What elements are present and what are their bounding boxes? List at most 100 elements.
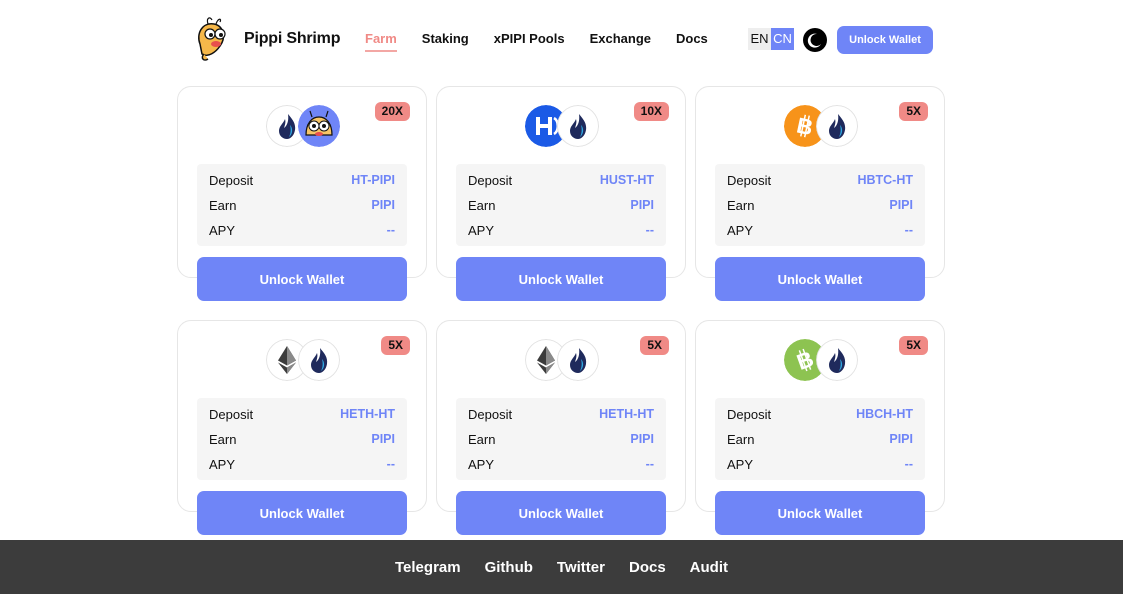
token-pair-icons: B (784, 339, 858, 381)
earn-label: Earn (468, 431, 496, 447)
apy-label: APY (209, 456, 236, 472)
lang-en-button[interactable]: EN (748, 28, 771, 50)
deposit-row: Deposit HETH-HT (468, 405, 654, 423)
huobi-token-icon (816, 105, 858, 147)
apy-value: -- (645, 223, 654, 237)
deposit-label: Deposit (468, 406, 513, 422)
unlock-wallet-button[interactable]: Unlock Wallet (715, 491, 925, 535)
deposit-label: Deposit (209, 172, 254, 188)
unlock-wallet-button[interactable]: Unlock Wallet (715, 257, 925, 301)
earn-row: Earn PIPI (209, 430, 395, 448)
deposit-row: Deposit HT-PIPI (209, 171, 395, 189)
deposit-value: HBCH-HT (856, 407, 913, 421)
main-nav: Farm Staking xPIPI Pools Exchange Docs (365, 31, 733, 52)
earn-row: Earn PIPI (468, 196, 654, 214)
footer-github-link[interactable]: Github (485, 559, 533, 576)
nav-xpipi-pools[interactable]: xPIPI Pools (494, 31, 565, 52)
deposit-value: HBTC-HT (857, 173, 913, 187)
token-pair-icons (525, 105, 599, 147)
logo[interactable]: Pippi Shrimp (190, 14, 340, 64)
multiplier-badge: 5X (899, 102, 928, 121)
earn-row: Earn PIPI (727, 196, 913, 214)
farm-card: 5X B Deposit HBCH-HT Earn PIPI APY -- Unlock W… (695, 320, 945, 535)
farm-info-panel: Deposit HETH-HT Earn PIPI APY -- (456, 398, 666, 480)
apy-row: APY -- (209, 455, 395, 473)
earn-label: Earn (209, 431, 237, 447)
footer-docs-link[interactable]: Docs (629, 559, 666, 576)
deposit-label: Deposit (727, 406, 772, 422)
multiplier-badge: 10X (633, 102, 669, 121)
huobi-token-icon (816, 339, 858, 381)
farm-info-panel: Deposit HBCH-HT Earn PIPI APY -- (715, 398, 925, 480)
huobi-token-icon (557, 339, 599, 381)
farm-card: 5X B Deposit HBTC-HT Earn PIPI APY -- Unlock W… (695, 86, 945, 301)
earn-label: Earn (727, 197, 755, 213)
apy-row: APY -- (727, 455, 913, 473)
deposit-row: Deposit HBTC-HT (727, 171, 913, 189)
deposit-value: HT-PIPI (351, 173, 395, 187)
pippi-shrimp-icon (298, 105, 340, 147)
footer-telegram-link[interactable]: Telegram (395, 559, 461, 576)
earn-value: PIPI (630, 198, 654, 212)
deposit-label: Deposit (468, 172, 513, 188)
apy-value: -- (904, 223, 913, 237)
farm-card: 5X Deposit HETH-HT Earn PIPI APY -- Unlock Wal… (436, 320, 686, 535)
earn-row: Earn PIPI (727, 430, 913, 448)
unlock-wallet-button[interactable]: Unlock Wallet (456, 257, 666, 301)
earn-value: PIPI (630, 432, 654, 446)
unlock-wallet-button[interactable]: Unlock Wallet (197, 257, 407, 301)
farm-card: 20X Deposit HT-PIPI Earn PIPI APY -- Unlock Wa… (177, 86, 427, 301)
footer: Telegram Github Twitter Docs Audit (0, 540, 1123, 594)
token-pair-icons: B (784, 105, 858, 147)
apy-value: -- (904, 457, 913, 471)
earn-label: Earn (468, 197, 496, 213)
deposit-row: Deposit HBCH-HT (727, 405, 913, 423)
earn-label: Earn (209, 197, 237, 213)
apy-value: -- (386, 223, 395, 237)
farm-card: 5X Deposit HETH-HT Earn PIPI APY -- Unlock Wal… (177, 320, 427, 535)
earn-label: Earn (727, 431, 755, 447)
top-header: Pippi Shrimp Farm Staking xPIPI Pools Ex… (0, 0, 1123, 80)
language-switch: EN CN (748, 28, 794, 50)
earn-value: PIPI (889, 198, 913, 212)
token-pair-icons (266, 105, 340, 147)
nav-docs[interactable]: Docs (676, 31, 708, 52)
unlock-wallet-button[interactable]: Unlock Wallet (456, 491, 666, 535)
nav-farm[interactable]: Farm (365, 31, 397, 52)
deposit-row: Deposit HUST-HT (468, 171, 654, 189)
multiplier-badge: 5X (899, 336, 928, 355)
moon-icon[interactable] (803, 28, 827, 52)
multiplier-badge: 20X (374, 102, 410, 121)
apy-row: APY -- (727, 221, 913, 239)
header-unlock-wallet-button[interactable]: Unlock Wallet (837, 26, 933, 54)
apy-row: APY -- (468, 455, 654, 473)
apy-label: APY (468, 222, 495, 238)
earn-value: PIPI (371, 198, 395, 212)
footer-audit-link[interactable]: Audit (690, 559, 728, 576)
deposit-row: Deposit HETH-HT (209, 405, 395, 423)
deposit-label: Deposit (209, 406, 254, 422)
token-pair-icons (525, 339, 599, 381)
footer-twitter-link[interactable]: Twitter (557, 559, 605, 576)
lang-cn-button[interactable]: CN (771, 28, 794, 50)
apy-row: APY -- (468, 221, 654, 239)
apy-label: APY (468, 456, 495, 472)
nav-staking[interactable]: Staking (422, 31, 469, 52)
unlock-wallet-button[interactable]: Unlock Wallet (197, 491, 407, 535)
nav-exchange[interactable]: Exchange (590, 31, 651, 52)
multiplier-badge: 5X (381, 336, 410, 355)
earn-row: Earn PIPI (468, 430, 654, 448)
apy-value: -- (386, 457, 395, 471)
apy-row: APY -- (209, 221, 395, 239)
deposit-value: HETH-HT (599, 407, 654, 421)
apy-label: APY (727, 222, 754, 238)
huobi-token-icon (298, 339, 340, 381)
apy-label: APY (209, 222, 236, 238)
multiplier-badge: 5X (640, 336, 669, 355)
deposit-value: HETH-HT (340, 407, 395, 421)
huobi-token-icon (557, 105, 599, 147)
earn-row: Earn PIPI (209, 196, 395, 214)
deposit-label: Deposit (727, 172, 772, 188)
logo-text: Pippi Shrimp (244, 30, 341, 47)
pippi-shrimp-logo-icon (198, 17, 226, 61)
